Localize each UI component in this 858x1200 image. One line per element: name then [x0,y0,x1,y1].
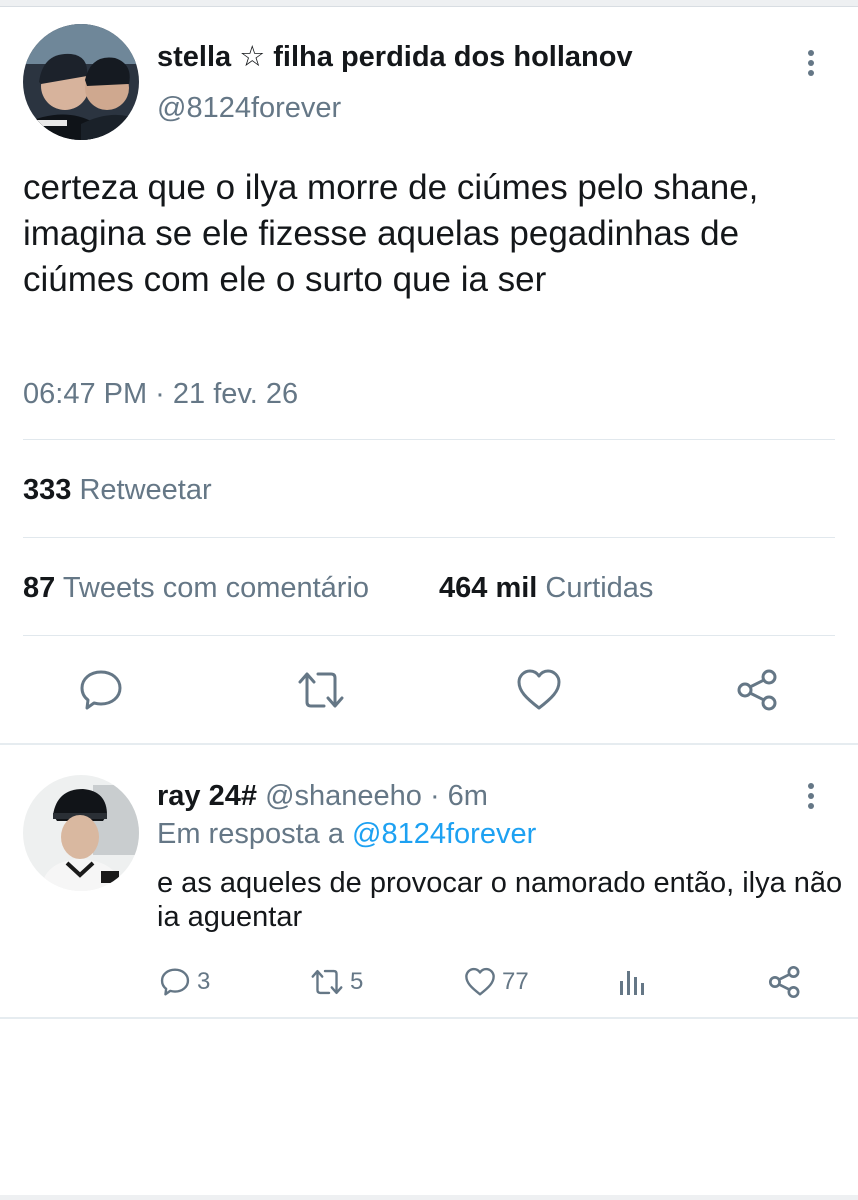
reply-prefix: Em resposta a [157,818,344,850]
reply-display-name[interactable]: ray 24# [157,780,257,812]
retweet-count: 5 [350,968,364,995]
display-name[interactable]: stella ☆ filha perdida dos hollanov [157,39,633,74]
retweets-label: Retweetar [79,474,212,506]
reply-icon[interactable] [78,668,124,717]
reply-share-button[interactable] [768,962,808,1002]
reply-icon [160,968,190,996]
more-options-icon[interactable] [806,50,816,80]
bottom-border [0,1195,858,1200]
tweet-text: certeza que o ilya morre de ciúmes pelo … [23,168,759,299]
quote-tweets-stat[interactable]: 87 Tweets com comentário [23,572,369,605]
like-icon [465,967,495,996]
likes-stat[interactable]: 464 mil Curtidas [439,572,653,605]
reply-reply-button[interactable]: 3 [159,962,210,1002]
quote-label: Tweets com comentário [62,572,370,604]
likes-label: Curtidas [545,572,654,604]
share-icon[interactable] [736,668,780,717]
reply-count: 3 [197,968,211,995]
reply-retweet-button[interactable]: 5 [310,962,363,1002]
like-icon[interactable] [516,668,562,717]
reply-text: e as aqueles de provocar o namorado entã… [157,867,843,933]
reply-handle[interactable]: @shaneeho [265,780,422,812]
tweet-timestamp: 06:47 PM · 21 fev. 26 [23,378,299,410]
like-count: 77 [502,968,529,995]
section-divider [0,743,858,745]
reply-avatar[interactable] [23,775,139,891]
quote-count: 87 [23,572,56,604]
reply-time: · 6m [429,780,488,812]
retweets-count: 333 [23,474,72,506]
avatar[interactable] [23,24,139,140]
retweet-icon [311,969,343,995]
user-handle[interactable]: @8124forever [157,92,341,125]
retweets-stat[interactable]: 333 Retweetar [23,474,212,507]
likes-count: 464 mil [439,572,538,604]
analytics-icon [620,971,644,995]
divider [23,439,835,440]
analytics-button[interactable] [618,962,654,1002]
reply-to-link[interactable]: @8124forever [352,818,536,850]
top-border [0,0,858,7]
section-divider [0,1017,858,1019]
retweet-icon[interactable] [296,668,346,717]
reply-like-button[interactable]: 77 [464,962,529,1002]
reply-context: Em resposta a @8124forever [157,818,536,851]
reply-more-options-icon[interactable] [806,783,816,813]
share-icon [768,965,800,999]
divider [23,635,835,636]
divider [23,537,835,538]
reply-header: ray 24# @shaneeho · 6m [157,780,488,813]
